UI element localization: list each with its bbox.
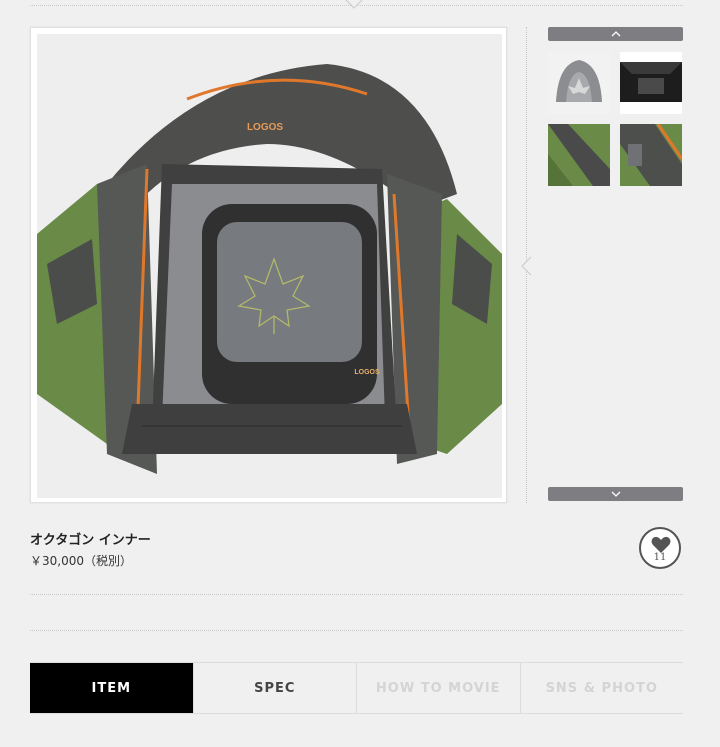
thumbnail-1[interactable] (548, 52, 610, 114)
section-divider (30, 630, 683, 631)
thumbnail-pointer (521, 256, 532, 276)
main-product-photo[interactable]: LOGOS LOGOS (37, 34, 502, 498)
product-price: ￥30,000（税別） (30, 554, 132, 568)
tab-item[interactable]: ITEM (30, 663, 193, 713)
tent-interior-photo (620, 52, 682, 114)
chevron-down-icon (611, 491, 620, 497)
favorite-button[interactable]: 11 (639, 527, 681, 569)
tent-back-photo (548, 52, 610, 114)
tab-spec[interactable]: SPEC (192, 663, 357, 713)
chevron-up-icon (611, 31, 620, 37)
top-notch-indicator (345, 0, 363, 9)
section-divider (30, 594, 683, 595)
main-image-frame: LOGOS LOGOS (30, 27, 507, 503)
thumbnail-4[interactable] (620, 124, 682, 186)
thumbnail-3[interactable] (548, 124, 610, 186)
product-name: オクタゴン インナー (30, 533, 151, 548)
tab-sns-photo[interactable]: SNS & PHOTO (519, 663, 684, 713)
tent-side-detail-photo (620, 124, 682, 186)
thumbnail-scroll-up-button[interactable] (548, 27, 683, 41)
main-brand-text: LOGOS (247, 122, 283, 133)
thumbnail-scroll-down-button[interactable] (548, 487, 683, 501)
thumbnail-2[interactable] (620, 52, 682, 114)
favorite-count: 11 (653, 552, 667, 563)
tab-how-to-movie[interactable]: HOW TO MOVIE (356, 663, 520, 713)
floor-brand-text: LOGOS (354, 369, 380, 376)
detail-tabs: ITEM SPEC HOW TO MOVIE SNS & PHOTO (30, 662, 683, 714)
tent-green-panel-photo (548, 124, 610, 186)
